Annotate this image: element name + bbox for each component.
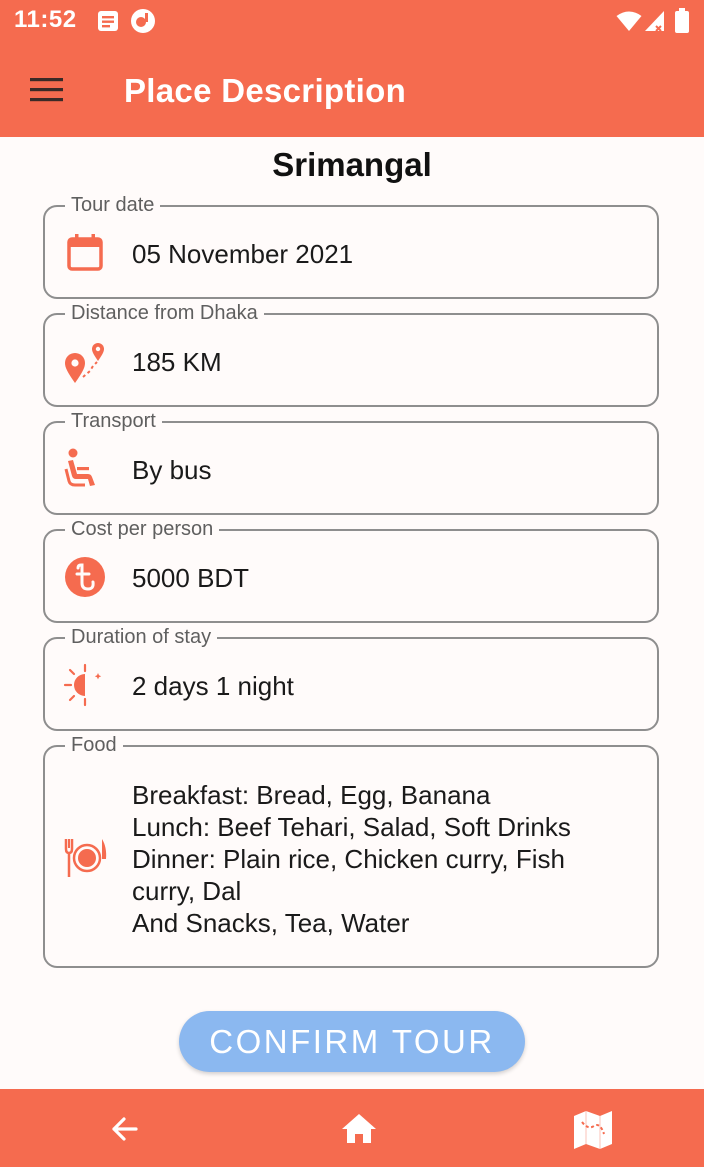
food-list: Breakfast: Bread, Egg, Banana Lunch: Bee… bbox=[132, 779, 632, 939]
seat-icon bbox=[64, 448, 95, 487]
duration-field[interactable]: Duration of stay 2 days 1 night bbox=[43, 625, 659, 731]
distance-field[interactable]: Distance from Dhaka 185 KM bbox=[43, 301, 659, 407]
app-icon bbox=[131, 9, 155, 33]
hamburger-menu-icon[interactable] bbox=[26, 70, 68, 110]
map-icon[interactable] bbox=[572, 1108, 614, 1150]
status-time: 11:52 bbox=[14, 6, 77, 33]
food-field[interactable]: Food Breakfast: Bread, Egg, Banana Lunch… bbox=[43, 733, 659, 968]
page-title: Place Description bbox=[124, 72, 407, 109]
transport-field[interactable]: Transport By bus bbox=[43, 409, 659, 515]
app-bar: Place Description bbox=[0, 42, 704, 137]
home-icon[interactable] bbox=[338, 1108, 380, 1150]
food-label: Food bbox=[65, 733, 123, 757]
tour-date-label: Tour date bbox=[65, 193, 161, 217]
duration-label: Duration of stay bbox=[65, 625, 218, 649]
distance-label: Distance from Dhaka bbox=[65, 301, 264, 325]
day-night-icon bbox=[63, 663, 102, 707]
signal-icon bbox=[645, 11, 664, 32]
food-line-snacks: And Snacks, Tea, Water bbox=[132, 908, 410, 938]
distance-value: 185 KM bbox=[132, 347, 222, 377]
route-pin-icon bbox=[65, 343, 104, 383]
wifi-icon bbox=[616, 11, 642, 31]
transport-value: By bus bbox=[132, 455, 212, 485]
taka-coin-icon bbox=[65, 557, 105, 597]
tour-date-value: 05 November 2021 bbox=[132, 239, 354, 269]
tour-date-field[interactable]: Tour date 05 November 2021 bbox=[43, 193, 659, 299]
place-name: Srimangal bbox=[272, 146, 432, 183]
bottom-navigation bbox=[0, 1089, 704, 1167]
battery-icon bbox=[675, 8, 689, 33]
confirm-tour-button[interactable]: CONFIRM TOUR bbox=[179, 1011, 525, 1072]
dining-icon bbox=[64, 839, 107, 877]
food-line-lunch: Lunch: Beef Tehari, Salad, Soft Drinks bbox=[132, 812, 571, 842]
calendar-icon bbox=[67, 234, 103, 271]
transport-label: Transport bbox=[65, 409, 162, 433]
food-line-dinner: Dinner: Plain rice, Chicken curry, Fish … bbox=[132, 844, 565, 906]
cost-value: 5000 BDT bbox=[132, 563, 250, 593]
cost-label: Cost per person bbox=[65, 517, 220, 541]
back-arrow-icon[interactable] bbox=[104, 1108, 146, 1150]
status-bar: 11:52 bbox=[0, 0, 704, 42]
cost-field[interactable]: Cost per person 5000 BDT bbox=[43, 517, 659, 623]
notes-icon bbox=[98, 11, 118, 31]
food-line-breakfast: Breakfast: Bread, Egg, Banana bbox=[132, 780, 491, 810]
duration-value: 2 days 1 night bbox=[132, 671, 294, 701]
